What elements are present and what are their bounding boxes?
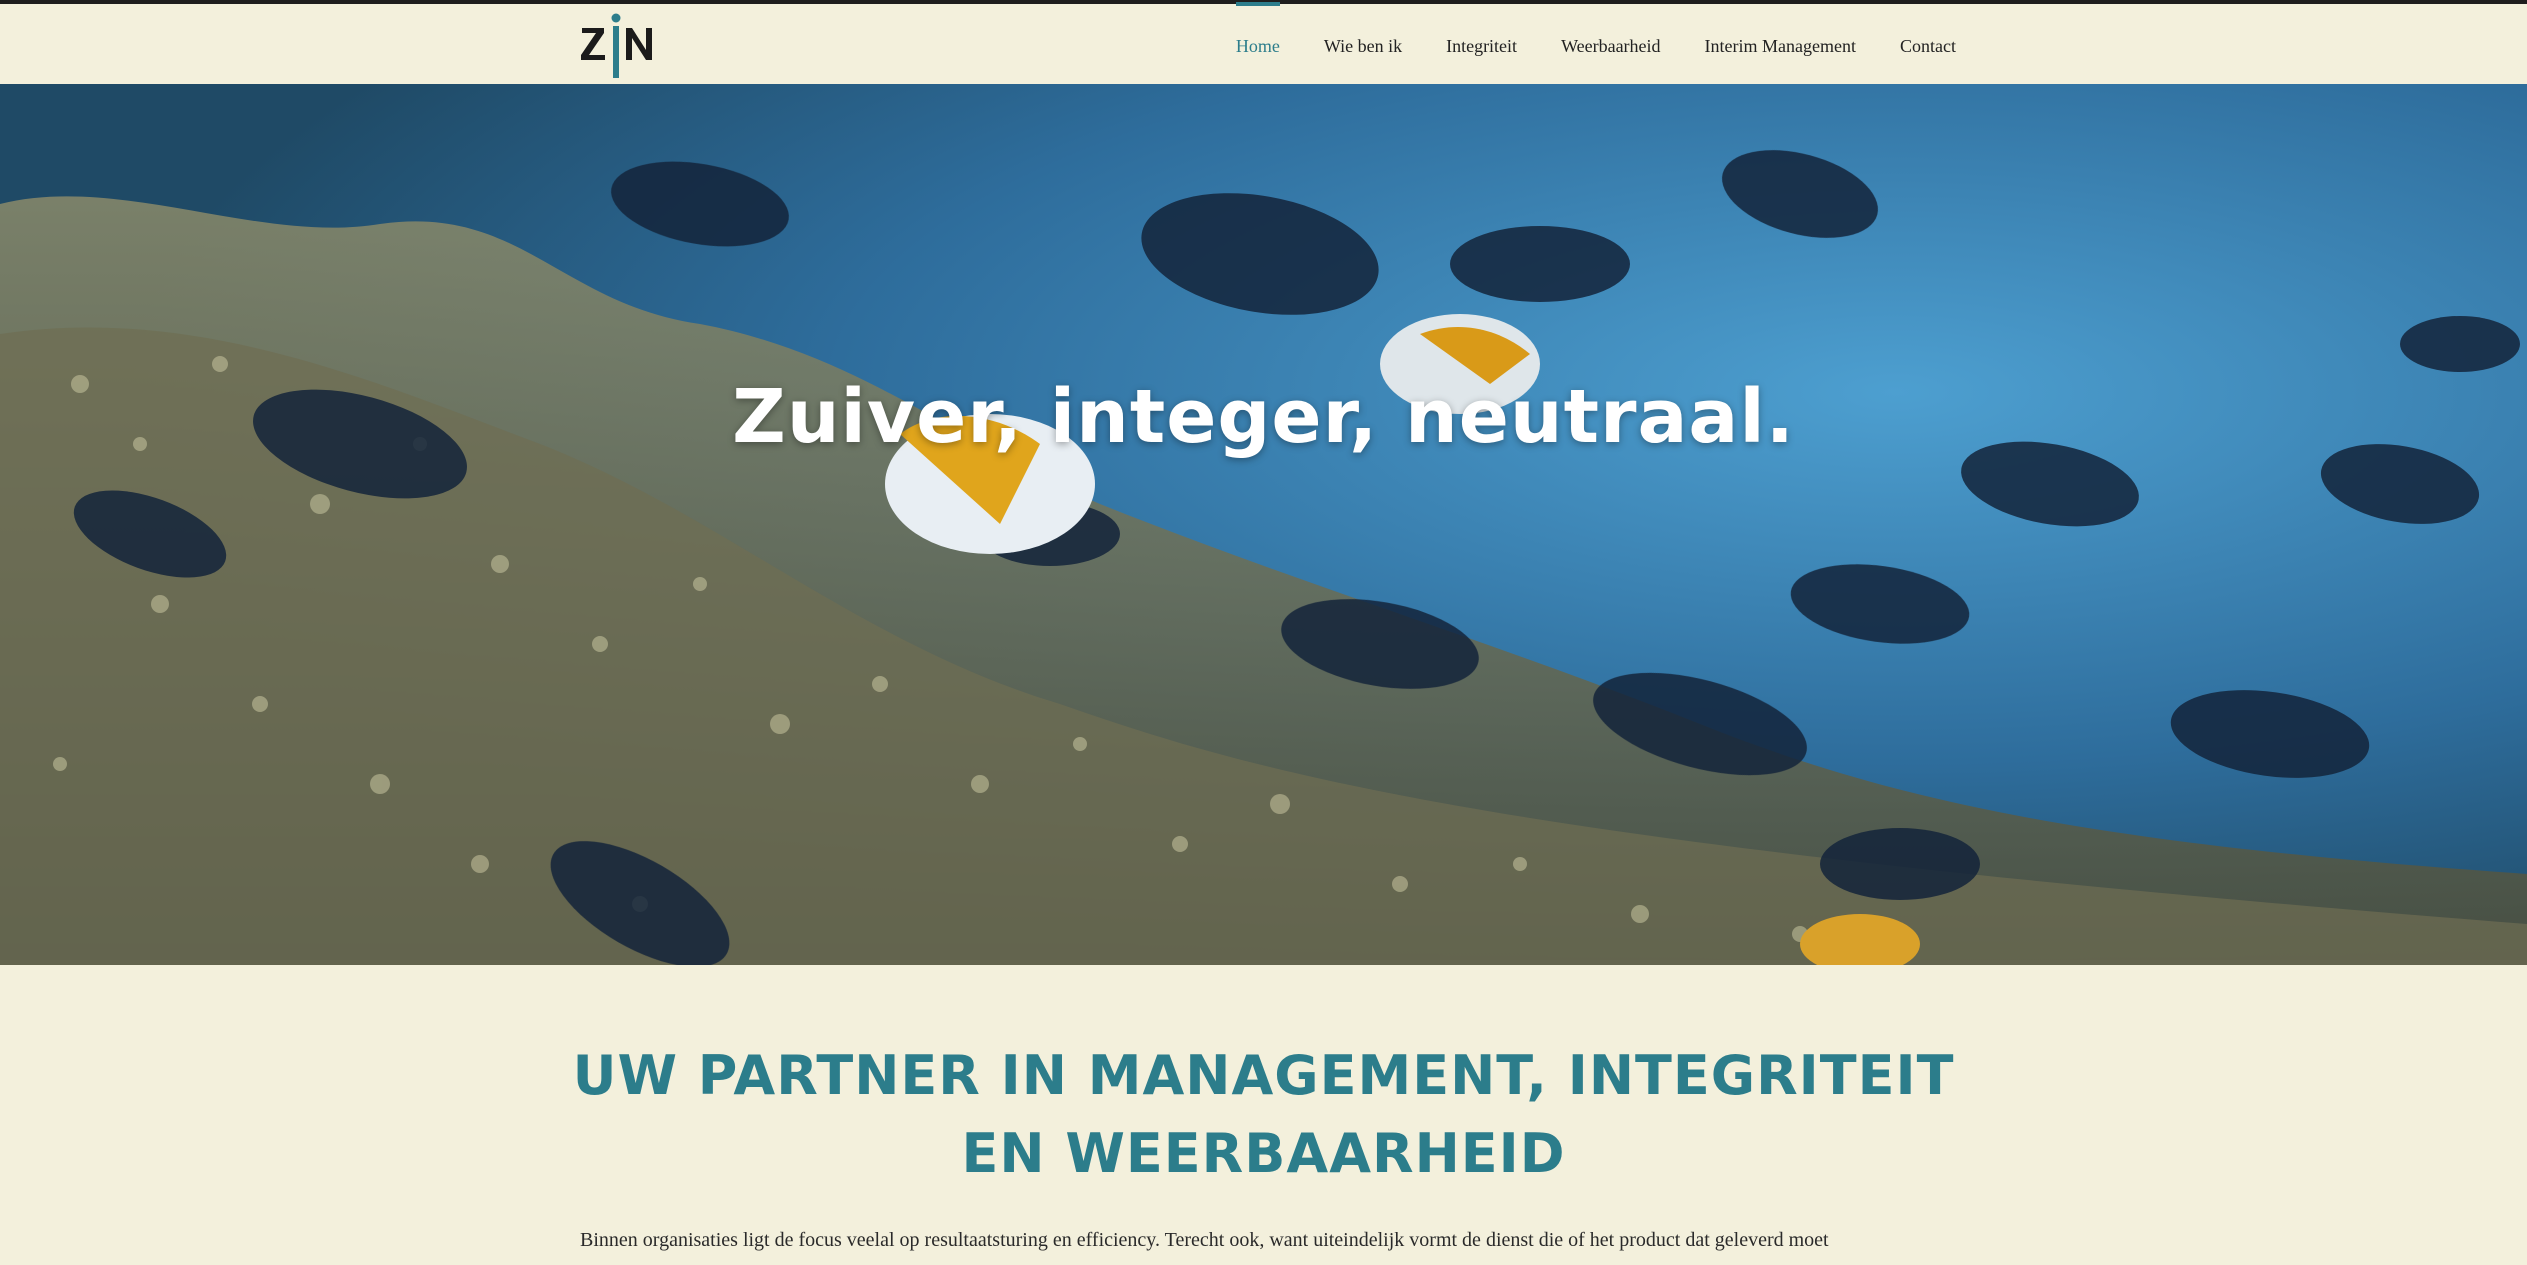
site-logo[interactable] [580,10,656,80]
hero-background-image [0,84,2527,965]
nav-contact[interactable]: Contact [1900,2,1956,86]
hero-banner: Zuiver, integer, neutraal. [0,84,2527,965]
nav-wie-ben-ik[interactable]: Wie ben ik [1324,2,1402,86]
intro-paragraph: Binnen organisaties ligt de focus veelal… [580,1229,1829,1251]
hero-title: Zuiver, integer, neutraal. [732,374,1795,460]
zin-logo-icon [581,13,652,78]
nav-integriteit[interactable]: Integriteit [1446,2,1517,86]
nav-weerbaarheid[interactable]: Weerbaarheid [1561,2,1660,86]
nav-interim-management[interactable]: Interim Management [1705,2,1856,86]
intro-section: UW PARTNER IN MANAGEMENT, INTEGRITEIT EN… [0,965,2527,1265]
nav-home[interactable]: Home [1235,2,1280,86]
section-heading: UW PARTNER IN MANAGEMENT, INTEGRITEIT EN… [572,1044,1955,1185]
site-header: Home Wie ben ik Integriteit Weerbaarheid… [0,2,2527,86]
main-navigation: Home Wie ben ik Integriteit Weerbaarheid… [1235,2,1956,86]
